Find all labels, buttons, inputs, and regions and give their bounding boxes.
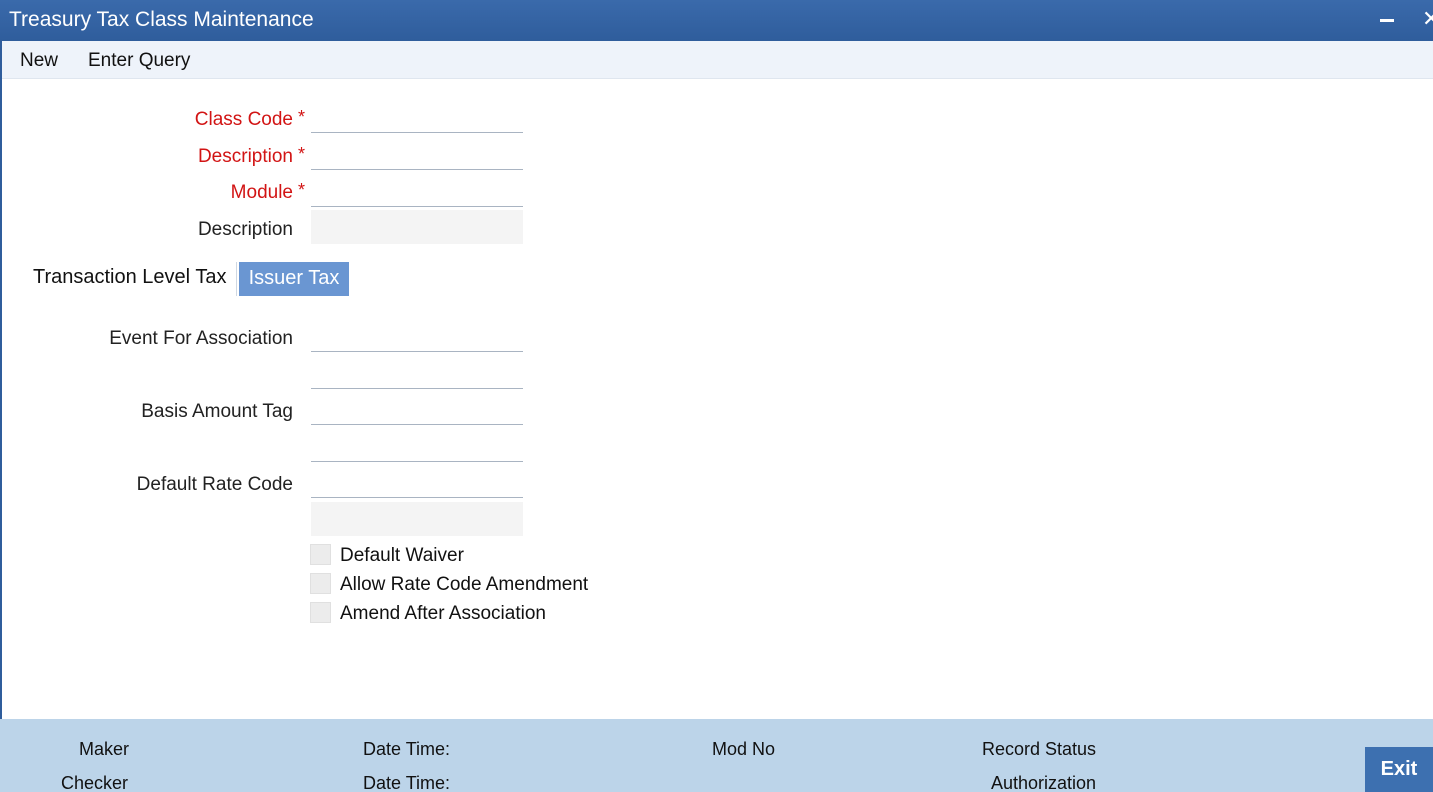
required-marker: * — [298, 144, 306, 164]
authorization-label: Authorization — [991, 773, 1097, 792]
minimize-icon[interactable] — [1380, 19, 1394, 22]
close-icon[interactable]: ✕ — [1422, 6, 1433, 32]
module-input[interactable] — [311, 182, 523, 207]
audit-footer: Maker Checker Date Time: Date Time: Mod … — [0, 719, 1433, 792]
tab-divider — [236, 262, 237, 296]
rate-code-description-field — [311, 502, 523, 536]
default-rate-code-input[interactable] — [311, 473, 523, 498]
menu-bar: New Enter Query — [0, 41, 1433, 79]
basis-amount-tag-input[interactable] — [311, 400, 523, 425]
default-waiver-checkbox[interactable] — [310, 544, 331, 565]
allow-rate-code-amendment-checkbox[interactable] — [310, 573, 331, 594]
basis-description-input[interactable] — [311, 437, 523, 462]
class-code-label: Class Code — [194, 109, 293, 130]
window-border — [0, 41, 2, 792]
tab-transaction-level-tax[interactable]: Transaction Level Tax — [33, 266, 226, 289]
basis-amount-tag-label: Basis Amount Tag — [141, 401, 293, 422]
default-rate-code-label: Default Rate Code — [136, 474, 293, 495]
event-description-input[interactable] — [311, 364, 523, 389]
default-waiver-label: Default Waiver — [340, 545, 464, 566]
required-marker: * — [298, 180, 306, 200]
window-title: Treasury Tax Class Maintenance — [9, 8, 314, 31]
required-marker: * — [298, 107, 306, 127]
allow-rate-code-amendment-label: Allow Rate Code Amendment — [340, 574, 589, 595]
maker-date-time-label: Date Time: — [363, 739, 451, 759]
maker-label: Maker — [79, 739, 130, 759]
window-titlebar: Treasury Tax Class Maintenance ✕ — [0, 0, 1433, 41]
class-code-input[interactable] — [311, 108, 523, 133]
event-for-association-label: Event For Association — [109, 328, 293, 349]
record-status-label: Record Status — [982, 739, 1097, 759]
menu-enter-query[interactable]: Enter Query — [88, 50, 190, 72]
module-description-label: Description — [197, 219, 293, 240]
checker-date-time-label: Date Time: — [363, 773, 451, 792]
mod-no-label: Mod No — [712, 739, 776, 759]
module-label: Module — [230, 182, 293, 203]
module-description-field — [311, 210, 523, 244]
amend-after-association-checkbox[interactable] — [310, 602, 331, 623]
amend-after-association-label: Amend After Association — [340, 603, 546, 624]
description-label: Description — [197, 146, 293, 167]
description-input[interactable] — [311, 145, 523, 170]
checker-label: Checker — [61, 773, 129, 792]
menu-new[interactable]: New — [20, 50, 58, 72]
exit-button[interactable]: Exit — [1365, 747, 1433, 792]
tab-issuer-tax[interactable]: Issuer Tax — [239, 262, 349, 296]
event-for-association-input[interactable] — [311, 327, 523, 352]
